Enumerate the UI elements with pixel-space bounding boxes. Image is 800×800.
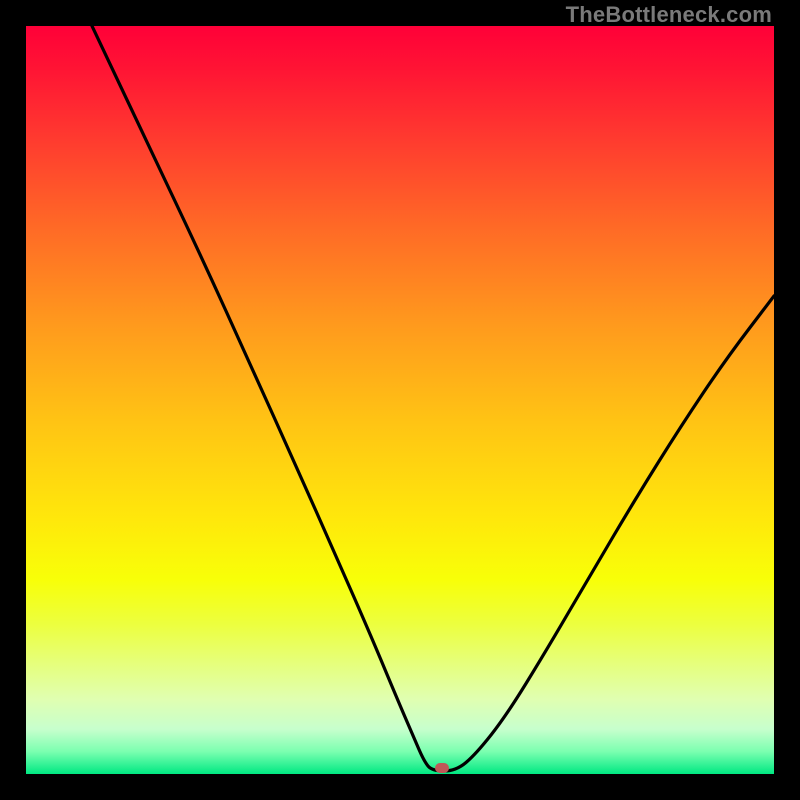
mismatch-curve bbox=[26, 26, 774, 774]
valley-marker bbox=[435, 763, 449, 773]
watermark-text: TheBottleneck.com bbox=[566, 2, 772, 28]
plot-area bbox=[26, 26, 774, 774]
chart-frame: TheBottleneck.com bbox=[0, 0, 800, 800]
